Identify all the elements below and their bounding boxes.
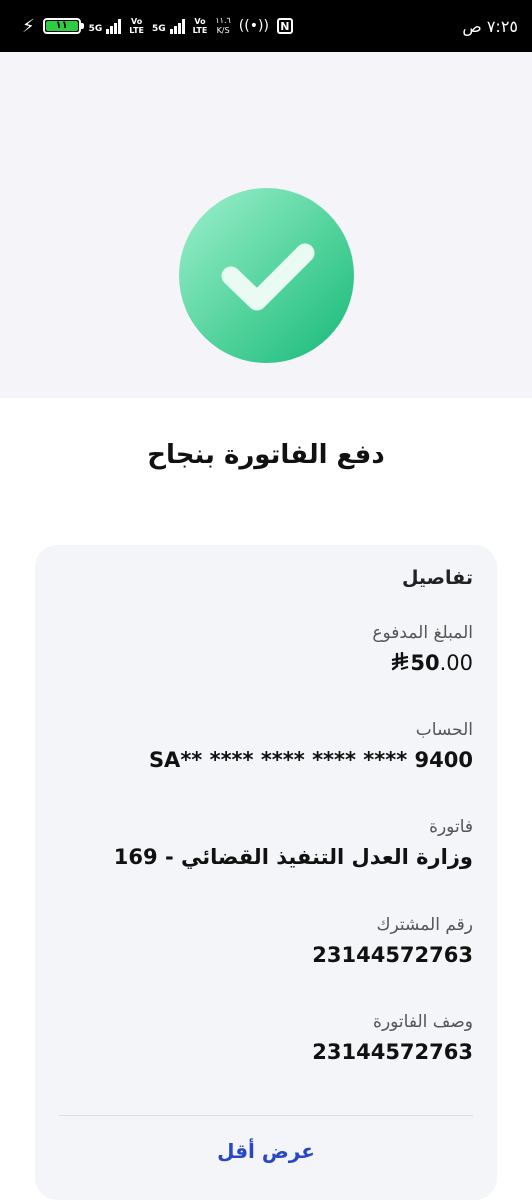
network-speed-value: ١١.٦ bbox=[215, 16, 231, 25]
hotspot-icon: ((•)) bbox=[238, 18, 269, 34]
subscriber-field: رقم المشترك 23144572763 bbox=[59, 915, 473, 967]
bill-field: فاتورة 169 - وزارة العدل التنفيذ القضائي bbox=[59, 817, 473, 869]
bill-value-text: 169 - وزارة العدل التنفيذ القضائي bbox=[113, 845, 473, 869]
bill-description-field: وصف الفاتورة 23144572763 bbox=[59, 1012, 473, 1064]
status-bar: ⚡ ١١ 5G Vo LTE 5G Vo LTE ١١.٦ K/S ((•)) N … bbox=[0, 0, 532, 52]
nfc-icon: N bbox=[276, 18, 293, 34]
bill-value: 169 - وزارة العدل التنفيذ القضائي bbox=[59, 845, 473, 869]
success-check-icon bbox=[179, 188, 354, 363]
divider bbox=[59, 1115, 473, 1116]
bill-description-label: وصف الفاتورة bbox=[373, 1012, 473, 1032]
bill-label: فاتورة bbox=[429, 817, 473, 837]
amount-decimal: .00 bbox=[439, 651, 473, 675]
subscriber-value: 23144572763 bbox=[312, 943, 473, 967]
page-title: دفع الفاتورة بنجاح bbox=[147, 440, 385, 470]
battery-icon: ١١ bbox=[42, 18, 84, 34]
clock: ٧:٢٥ ص bbox=[462, 16, 518, 36]
amount-label: المبلغ المدفوع bbox=[372, 623, 473, 643]
details-heading: تفاصيل bbox=[401, 567, 473, 589]
status-icons: ⚡ ١١ 5G Vo LTE 5G Vo LTE ١١.٦ K/S ((•)) N bbox=[22, 16, 293, 37]
subscriber-label: رقم المشترك bbox=[376, 915, 473, 935]
sim2-volte-icon: Vo LTE bbox=[192, 17, 208, 35]
account-field: الحساب SA** **** **** **** **** 9400 bbox=[59, 720, 473, 772]
sim2-network-type: 5G bbox=[152, 24, 166, 34]
account-value: SA** **** **** **** **** 9400 bbox=[148, 748, 473, 772]
details-card: تفاصيل المبلغ المدفوع 50.00 الحساب SA** … bbox=[35, 545, 497, 1200]
network-speed: ١١.٦ K/S bbox=[215, 16, 230, 36]
sim1-signal-icon: 5G bbox=[89, 18, 122, 34]
battery-level: ١١ bbox=[45, 21, 78, 31]
success-hero bbox=[0, 52, 532, 398]
sim1-volte-icon: Vo LTE bbox=[129, 17, 144, 35]
saudi-riyal-icon bbox=[392, 652, 409, 671]
bill-description-value: 23144572763 bbox=[312, 1040, 473, 1064]
account-label: الحساب bbox=[415, 720, 473, 740]
show-less-button[interactable]: عرض أقل bbox=[35, 1139, 497, 1163]
sim1-network-type: 5G bbox=[88, 24, 103, 34]
network-speed-unit: K/S bbox=[216, 26, 230, 35]
charging-icon: ⚡ bbox=[22, 15, 35, 37]
amount-integer: 50 bbox=[410, 651, 440, 675]
amount-value: 50.00 bbox=[59, 651, 473, 675]
amount-field: المبلغ المدفوع 50.00 bbox=[59, 623, 473, 675]
sim2-signal-icon: 5G bbox=[152, 18, 185, 34]
